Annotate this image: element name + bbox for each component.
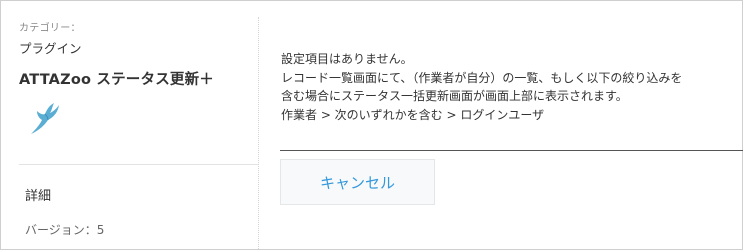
sidebar-divider — [19, 164, 259, 165]
version-label: バージョン： — [25, 223, 97, 237]
settings-message: 設定項目はありません。 レコード一覧画面にて、（作業者が自分）の一覧、もしく以下… — [281, 50, 731, 124]
message-line: レコード一覧画面にて、（作業者が自分）の一覧、もしく以下の絞り込みを — [281, 70, 683, 85]
details-link[interactable]: 詳細 — [25, 185, 51, 204]
sidebar-separator — [258, 17, 259, 250]
version-value: 5 — [96, 223, 105, 237]
message-line: 含む場合にステータス一括更新画面が画面上部に表示されます。 — [281, 89, 628, 103]
plugin-name: ATTAZoo ステータス更新＋ — [19, 72, 214, 88]
cancel-button[interactable]: キャンセル — [280, 159, 435, 205]
message-line: 設定項目はありません。 — [281, 52, 413, 66]
content-divider — [280, 150, 743, 151]
version-info: バージョン：5 — [25, 221, 104, 238]
bird-icon — [28, 100, 62, 136]
plugin-settings-window: カテゴリー： プラグイン ATTAZoo ステータス更新＋ 詳細 バージョン：5… — [0, 0, 743, 250]
category-label: カテゴリー： — [19, 23, 81, 34]
message-line: 作業者 > 次のいずれかを含む > ログインユーザ — [281, 107, 545, 122]
sidebar: カテゴリー： プラグイン ATTAZoo ステータス更新＋ 詳細 バージョン：5 — [2, 2, 259, 250]
category-value: プラグイン — [19, 41, 82, 56]
